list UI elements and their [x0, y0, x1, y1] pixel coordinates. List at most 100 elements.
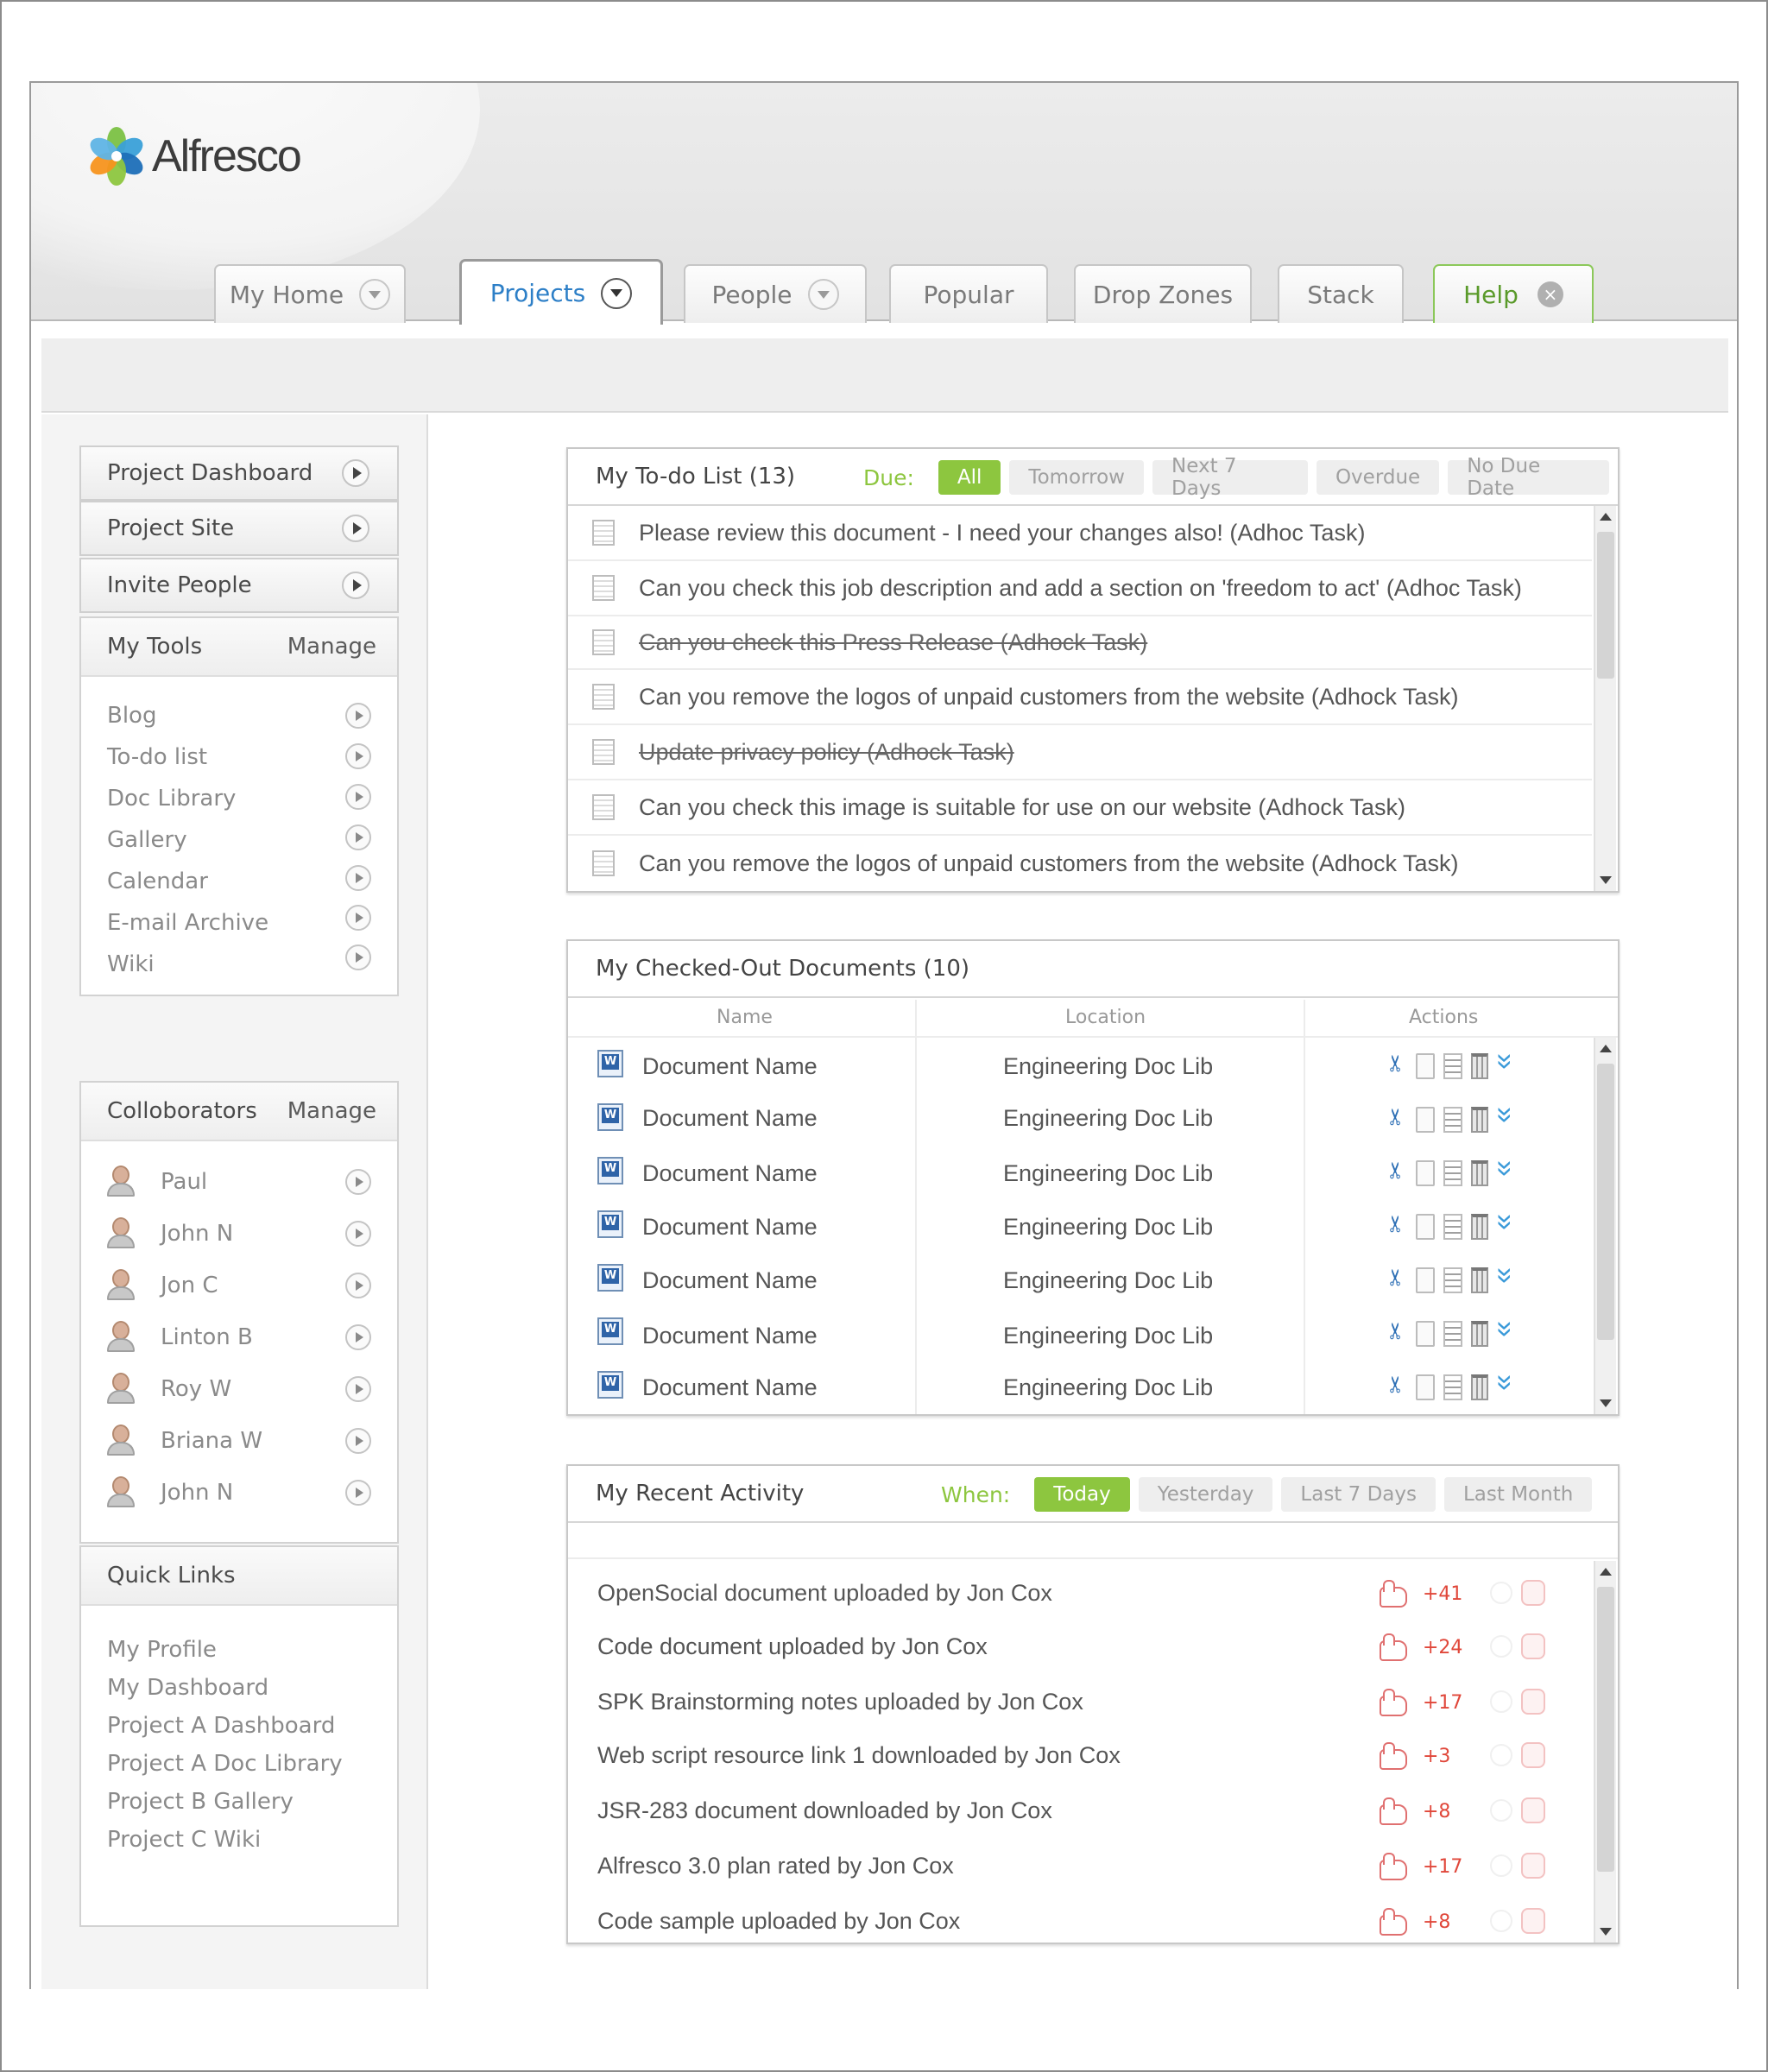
project-site-button[interactable]: Project Site [79, 501, 399, 556]
close-icon[interactable]: × [1537, 281, 1563, 307]
scroll-thumb[interactable] [1597, 1064, 1614, 1340]
quick-link[interactable]: My Dashboard [107, 1675, 268, 1701]
task-checkbox[interactable] [592, 794, 615, 820]
task-text[interactable]: Please review this document - I need you… [639, 520, 1365, 546]
task-checkbox[interactable] [592, 629, 615, 655]
document-name[interactable]: Document Name [642, 1105, 818, 1132]
task-checkbox[interactable] [592, 684, 615, 710]
cut-icon[interactable] [1388, 1160, 1407, 1186]
tab-people[interactable]: People [684, 264, 867, 323]
copy-icon[interactable] [1416, 1053, 1435, 1079]
tab-stack[interactable]: Stack [1278, 264, 1404, 323]
scroll-down-icon[interactable] [1600, 1399, 1612, 1407]
project-dashboard-button[interactable]: Project Dashboard [79, 445, 399, 501]
tool-blog[interactable]: Blog [107, 703, 156, 729]
arrow-right-icon[interactable] [345, 703, 371, 729]
document-location[interactable]: Engineering Doc Lib [1003, 1323, 1213, 1349]
invite-people-button[interactable]: Invite People [79, 558, 399, 613]
thumbs-up-icon[interactable] [1380, 1797, 1407, 1825]
properties-icon[interactable] [1443, 1267, 1462, 1293]
thumbs-up-icon[interactable] [1380, 1908, 1407, 1936]
cut-icon[interactable] [1388, 1267, 1407, 1293]
like-icon[interactable] [1521, 1633, 1545, 1659]
quick-link[interactable]: Project C Wiki [107, 1827, 261, 1853]
arrow-right-icon[interactable] [345, 1221, 371, 1247]
comment-icon[interactable] [1490, 1744, 1512, 1766]
document-location[interactable]: Engineering Doc Lib [1003, 1053, 1213, 1080]
scroll-up-icon[interactable] [1600, 1568, 1612, 1576]
thumbs-up-icon[interactable] [1380, 1742, 1407, 1770]
cut-icon[interactable] [1388, 1321, 1407, 1347]
arrow-right-icon[interactable] [345, 784, 371, 810]
arrow-right-icon[interactable] [345, 1324, 371, 1350]
comment-icon[interactable] [1490, 1854, 1512, 1877]
document-location[interactable]: Engineering Doc Lib [1003, 1105, 1213, 1132]
arrow-right-icon[interactable] [345, 1480, 371, 1506]
tool-wiki[interactable]: Wiki [107, 951, 155, 977]
column-name[interactable]: Name [717, 1007, 773, 1028]
properties-icon[interactable] [1443, 1107, 1462, 1133]
task-text[interactable]: Update privacy policy (Adhock Task) [639, 739, 1014, 766]
comment-icon[interactable] [1490, 1799, 1512, 1822]
comment-icon[interactable] [1490, 1910, 1512, 1932]
properties-icon[interactable] [1443, 1374, 1462, 1400]
document-location[interactable]: Engineering Doc Lib [1003, 1214, 1213, 1241]
collaborator-item[interactable]: Jon C [105, 1269, 218, 1302]
thumbs-up-icon[interactable] [1380, 1633, 1407, 1661]
thumbs-up-icon[interactable] [1380, 1689, 1407, 1716]
chevron-down-icon[interactable] [601, 277, 633, 309]
document-name[interactable]: Document Name [642, 1374, 818, 1401]
task-checkbox[interactable] [592, 575, 615, 601]
task-text[interactable]: Can you remove the logos of unpaid custo… [639, 684, 1458, 711]
task-text[interactable]: Can you check this job description and a… [639, 575, 1522, 602]
document-name[interactable]: Document Name [642, 1267, 818, 1294]
filter-yesterday[interactable]: Yesterday [1138, 1477, 1273, 1512]
like-icon[interactable] [1521, 1689, 1545, 1715]
delete-icon[interactable] [1471, 1160, 1488, 1186]
tool-gallery[interactable]: Gallery [107, 827, 187, 853]
properties-icon[interactable] [1443, 1053, 1462, 1079]
arrow-right-icon[interactable] [345, 1169, 371, 1195]
properties-icon[interactable] [1443, 1321, 1462, 1347]
quick-link[interactable]: My Profile [107, 1637, 217, 1663]
todo-scrollbar[interactable] [1594, 506, 1616, 891]
quick-link[interactable]: Project A Dashboard [107, 1713, 335, 1739]
arrow-right-icon[interactable] [345, 865, 371, 891]
activity-text[interactable]: Code document uploaded by Jon Cox [597, 1633, 988, 1660]
task-text[interactable]: Can you remove the logos of unpaid custo… [639, 850, 1458, 877]
document-location[interactable]: Engineering Doc Lib [1003, 1374, 1213, 1401]
tab-projects[interactable]: Projects [459, 259, 663, 325]
document-name[interactable]: Document Name [642, 1323, 818, 1349]
more-icon[interactable] [1497, 1374, 1516, 1400]
alfresco-logo[interactable]: Alfresco [85, 117, 302, 195]
scroll-thumb[interactable] [1597, 532, 1614, 679]
more-icon[interactable] [1497, 1107, 1516, 1133]
copy-icon[interactable] [1416, 1160, 1435, 1186]
activity-text[interactable]: Web script resource link 1 downloaded by… [597, 1742, 1121, 1769]
collaborator-item[interactable]: John N [105, 1217, 233, 1250]
delete-icon[interactable] [1471, 1267, 1488, 1293]
arrow-right-icon[interactable] [345, 1273, 371, 1298]
arrow-right-icon[interactable] [345, 1376, 371, 1402]
delete-icon[interactable] [1471, 1374, 1488, 1400]
scroll-up-icon[interactable] [1600, 1045, 1612, 1052]
like-icon[interactable] [1521, 1908, 1545, 1934]
copy-icon[interactable] [1416, 1107, 1435, 1133]
task-checkbox[interactable] [592, 850, 615, 876]
comment-icon[interactable] [1490, 1635, 1512, 1658]
scroll-down-icon[interactable] [1600, 876, 1612, 884]
delete-icon[interactable] [1471, 1321, 1488, 1347]
scroll-down-icon[interactable] [1600, 1928, 1612, 1936]
filter-today[interactable]: Today [1034, 1477, 1130, 1512]
arrow-right-icon[interactable] [345, 905, 371, 931]
task-text[interactable]: Can you check this Press Release (Adhock… [639, 629, 1147, 656]
cut-icon[interactable] [1388, 1214, 1407, 1240]
arrow-right-icon[interactable] [345, 743, 371, 769]
activity-text[interactable]: Code sample uploaded by Jon Cox [597, 1908, 960, 1935]
more-icon[interactable] [1497, 1053, 1516, 1079]
delete-icon[interactable] [1471, 1107, 1488, 1133]
like-icon[interactable] [1521, 1580, 1545, 1606]
scroll-thumb[interactable] [1597, 1587, 1614, 1872]
properties-icon[interactable] [1443, 1214, 1462, 1240]
collaborator-item[interactable]: Linton B [105, 1321, 253, 1354]
